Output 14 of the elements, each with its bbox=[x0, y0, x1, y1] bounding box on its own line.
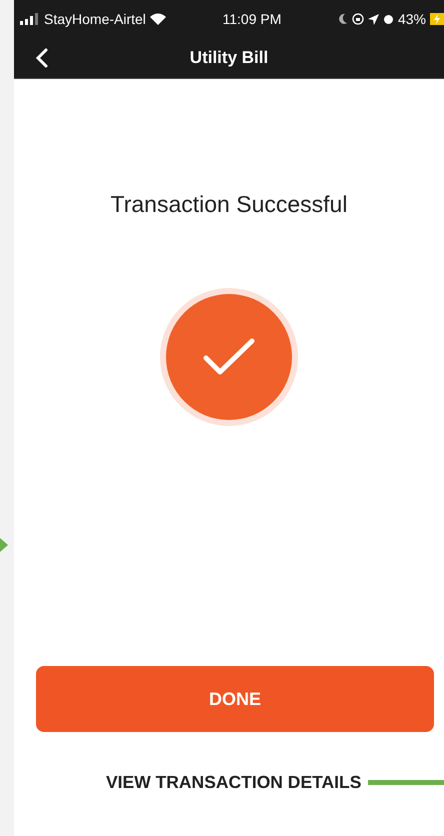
screen-title: Utility Bill bbox=[190, 48, 268, 68]
location-icon bbox=[368, 14, 379, 24]
back-icon[interactable] bbox=[36, 48, 48, 68]
signal-icon bbox=[20, 13, 40, 25]
clock-time: 11:09 PM bbox=[222, 11, 282, 27]
checkmark-icon bbox=[203, 338, 255, 376]
view-details-link[interactable]: VIEW TRANSACTION DETAILS bbox=[106, 772, 362, 793]
battery-percent: 43% bbox=[398, 11, 426, 27]
success-message: Transaction Successful bbox=[110, 191, 348, 218]
battery-icon bbox=[430, 13, 444, 25]
pointer-arrow-icon bbox=[0, 538, 8, 552]
moon-icon bbox=[338, 13, 348, 25]
carrier-name: StayHome-Airtel bbox=[44, 11, 146, 27]
wifi-icon bbox=[150, 13, 166, 25]
